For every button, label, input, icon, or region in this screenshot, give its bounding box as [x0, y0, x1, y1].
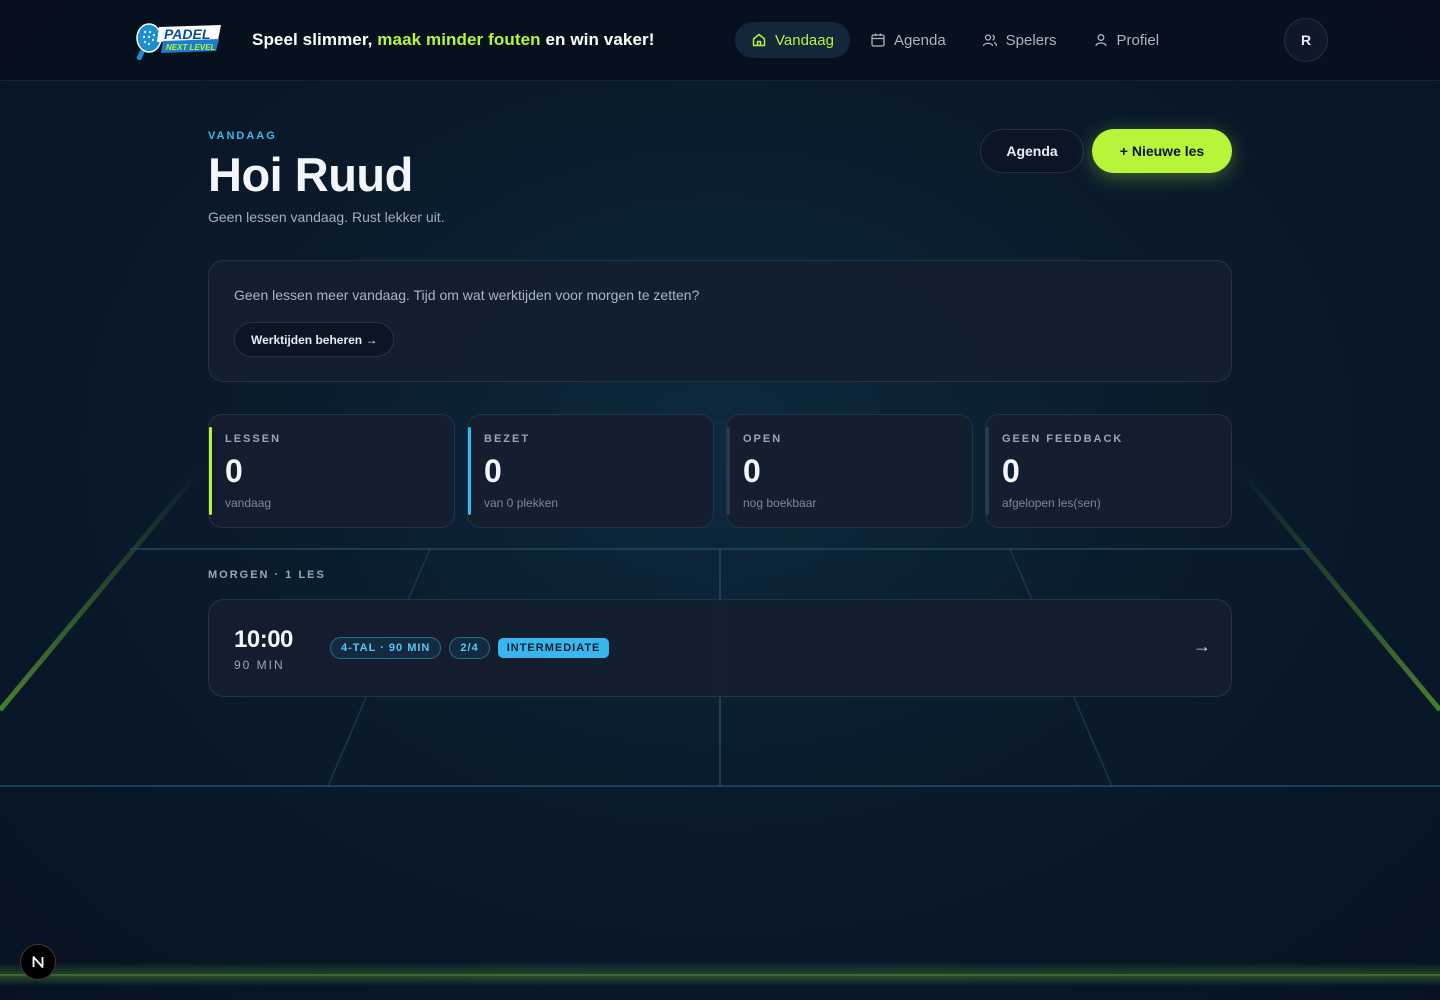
lesson-level-badge: INTERMEDIATE: [497, 638, 610, 658]
n-logo-icon: [32, 956, 44, 968]
stat-label: LESSEN: [225, 433, 282, 445]
stat-accent-bar: [209, 427, 212, 515]
tomorrow-section-label: MORGEN · 1 LES: [208, 569, 326, 581]
avatar-button[interactable]: R: [1284, 18, 1328, 62]
stat-sub: afgelopen les(sen): [1002, 496, 1101, 510]
page-subtitle: Geen lessen vandaag. Rust lekker uit.: [208, 209, 445, 225]
padel-next-level-logo[interactable]: PADEL NEXT LEVEL: [133, 20, 225, 64]
stat-label: OPEN: [743, 433, 783, 445]
tagline-start: Speel slimmer,: [252, 30, 373, 49]
stat-value: 0: [743, 453, 761, 489]
nextjs-devtools-button[interactable]: [20, 944, 56, 980]
nav-item-spelers[interactable]: Spelers: [966, 22, 1073, 58]
tagline-end: en win vaker!: [545, 30, 655, 49]
manage-working-hours-button[interactable]: Werktijden beheren →: [234, 322, 395, 357]
nav-item-profiel[interactable]: Profiel: [1077, 22, 1176, 58]
stat-accent-bar: [468, 427, 471, 515]
stat-accent-bar: [727, 427, 730, 515]
page-title: Hoi Ruud: [208, 148, 413, 201]
stat-card-bezet: BEZET 0 van 0 plekken: [467, 414, 714, 528]
stat-label: GEEN FEEDBACK: [1002, 433, 1124, 445]
top-bar: PADEL NEXT LEVEL Speel slimmer, maak min…: [0, 0, 1440, 81]
users-icon: [982, 34, 997, 47]
lesson-chips: 4-TAL · 90 MIN 2/4 INTERMEDIATE: [330, 637, 610, 659]
tagline-accent: maak minder fouten: [377, 30, 541, 49]
calendar-icon: [871, 33, 885, 47]
stat-accent-bar: [986, 427, 989, 515]
stat-label: BEZET: [484, 433, 531, 445]
svg-text:PADEL: PADEL: [164, 26, 210, 42]
notice-text: Geen lessen meer vandaag. Tijd om wat we…: [234, 287, 700, 303]
lesson-duration: 90 MIN: [234, 658, 285, 672]
stat-value: 0: [225, 453, 243, 489]
new-lesson-button[interactable]: + Nieuwe les: [1092, 129, 1232, 173]
lesson-format-chip: 4-TAL · 90 MIN: [330, 637, 442, 659]
stat-value: 0: [484, 453, 502, 489]
nav-label: Profiel: [1116, 31, 1160, 49]
lesson-card[interactable]: 10:00 90 MIN 4-TAL · 90 MIN 2/4 INTERMED…: [208, 599, 1232, 697]
stat-sub: vandaag: [225, 496, 272, 510]
stat-card-lessen: LESSEN 0 vandaag: [208, 414, 455, 528]
lesson-occupancy-chip: 2/4: [449, 637, 490, 659]
nav-label: Vandaag: [775, 31, 834, 49]
home-icon: [752, 33, 766, 47]
stat-card-geen-feedback: GEEN FEEDBACK 0 afgelopen les(sen): [985, 414, 1232, 528]
nav-label: Spelers: [1005, 31, 1057, 49]
tagline: Speel slimmer, maak minder fouten en win…: [252, 30, 654, 50]
main-nav: Vandaag Agenda Spelers Profiel: [735, 22, 1179, 58]
agenda-button[interactable]: Agenda: [980, 129, 1084, 173]
lesson-time: 10:00: [234, 626, 293, 653]
stat-sub: nog boekbaar: [743, 496, 817, 510]
stat-value: 0: [1002, 453, 1020, 489]
stat-card-open: OPEN 0 nog boekbaar: [726, 414, 973, 528]
user-icon: [1094, 34, 1107, 47]
no-lessons-notice: Geen lessen meer vandaag. Tijd om wat we…: [208, 260, 1232, 382]
page-eyebrow: VANDAAG: [208, 130, 277, 142]
stats-row: LESSEN 0 vandaag BEZET 0 van 0 plekken O…: [208, 414, 1232, 528]
nav-item-vandaag[interactable]: Vandaag: [735, 22, 850, 58]
arrow-right-icon: →: [1193, 636, 1211, 656]
stat-sub: van 0 plekken: [484, 496, 559, 510]
nav-label: Agenda: [893, 31, 946, 49]
svg-text:NEXT LEVEL: NEXT LEVEL: [166, 43, 215, 52]
nav-item-agenda[interactable]: Agenda: [854, 22, 962, 58]
